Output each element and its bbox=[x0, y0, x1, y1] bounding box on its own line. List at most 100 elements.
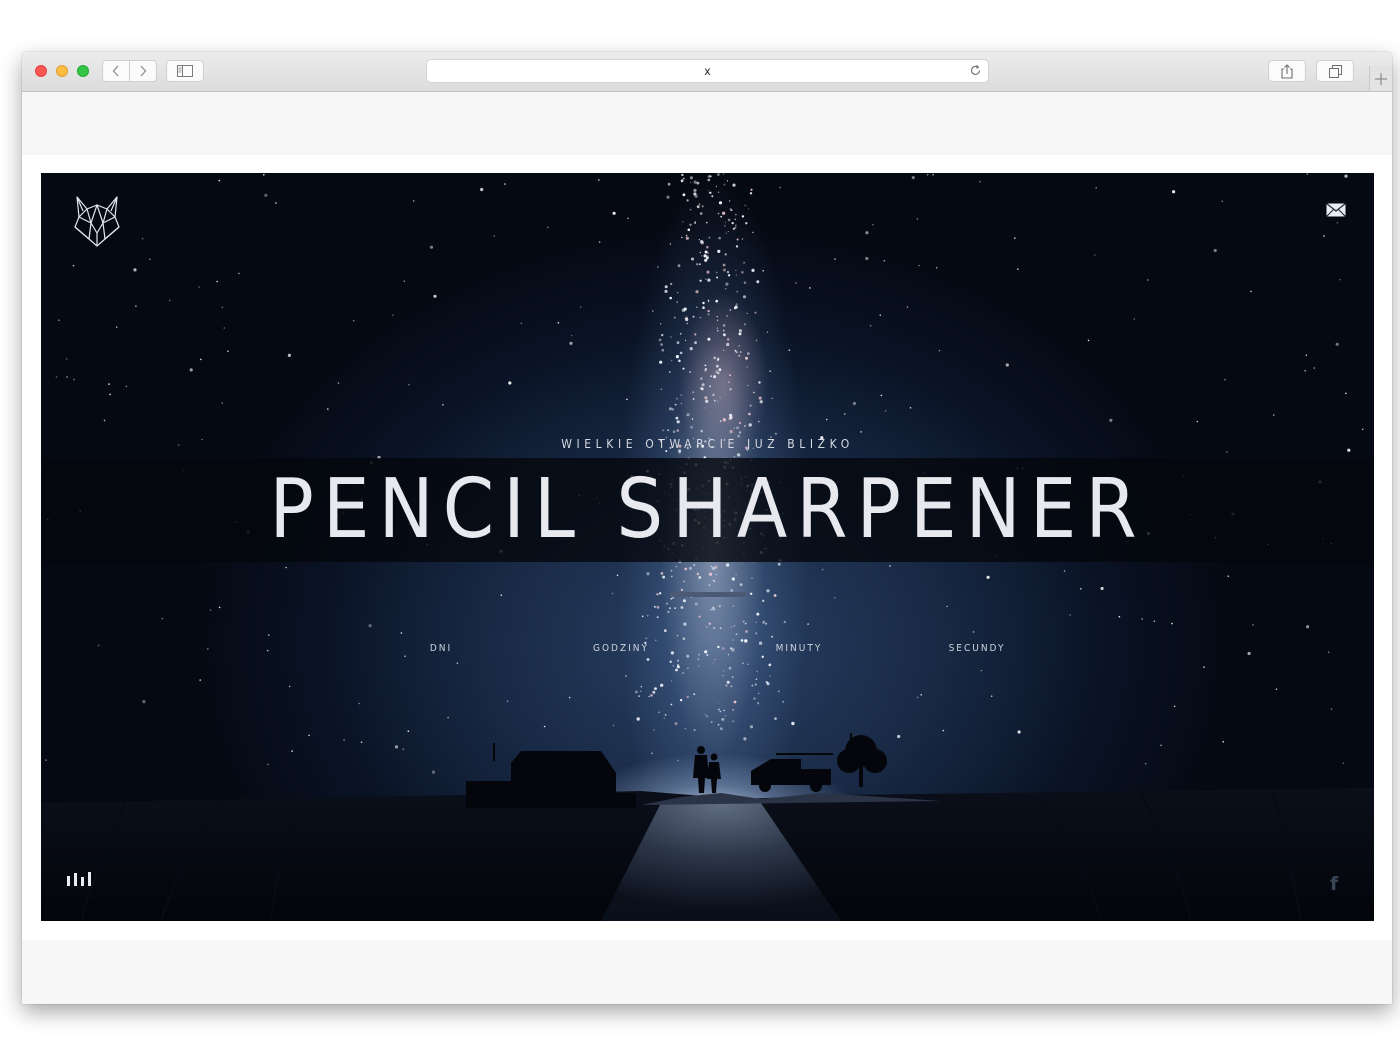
star bbox=[1344, 174, 1348, 178]
galaxy-star bbox=[722, 268, 726, 272]
galaxy-star bbox=[749, 404, 752, 407]
star bbox=[918, 264, 920, 267]
star bbox=[569, 341, 573, 345]
galaxy-star bbox=[774, 717, 777, 720]
minimize-window-button[interactable] bbox=[56, 65, 68, 77]
star bbox=[1171, 622, 1173, 625]
galaxy-star bbox=[655, 639, 657, 641]
star bbox=[287, 353, 291, 357]
galaxy-star bbox=[707, 313, 710, 316]
galaxy-star bbox=[707, 190, 709, 192]
star bbox=[639, 690, 642, 693]
star bbox=[676, 420, 680, 424]
bars-menu-icon[interactable] bbox=[67, 871, 91, 887]
star bbox=[1146, 279, 1149, 281]
back-button[interactable] bbox=[102, 60, 130, 82]
star bbox=[844, 413, 846, 415]
galaxy-star bbox=[670, 569, 673, 572]
galaxy-star bbox=[744, 622, 747, 625]
galaxy-star bbox=[677, 264, 681, 268]
galaxy-star bbox=[711, 195, 714, 198]
forward-button[interactable] bbox=[129, 60, 157, 82]
galaxy-star bbox=[640, 686, 642, 688]
galaxy-star bbox=[708, 622, 711, 625]
star bbox=[1227, 575, 1230, 577]
galaxy-star bbox=[690, 425, 693, 429]
title-divider bbox=[670, 592, 746, 597]
star bbox=[1275, 688, 1278, 690]
browser-window: x WIELKIE OTWARCIE JUŻ BLIŻKO PENCIL SHA… bbox=[22, 52, 1392, 1004]
galaxy-star bbox=[683, 580, 685, 583]
galaxy-star bbox=[777, 690, 780, 693]
star bbox=[480, 187, 484, 192]
galaxy-star bbox=[722, 324, 726, 327]
galaxy-star bbox=[682, 367, 685, 370]
galaxy-star bbox=[735, 351, 738, 354]
galaxy-star bbox=[704, 364, 707, 367]
galaxy-star bbox=[663, 717, 665, 719]
galaxy-star bbox=[747, 663, 749, 665]
galaxy-star bbox=[728, 666, 732, 670]
galaxy-star bbox=[745, 356, 748, 360]
star bbox=[1336, 222, 1339, 224]
tabs-overview-button[interactable] bbox=[1316, 60, 1354, 82]
galaxy-star bbox=[727, 274, 731, 277]
star bbox=[657, 266, 659, 268]
page-frame: WIELKIE OTWARCIE JUŻ BLIŻKO PENCIL SHARP… bbox=[22, 155, 1392, 940]
star bbox=[755, 339, 758, 342]
countdown-label-hours: GODZINY bbox=[592, 643, 650, 654]
star bbox=[916, 696, 919, 699]
reload-icon[interactable] bbox=[969, 64, 982, 77]
share-button[interactable] bbox=[1268, 60, 1306, 82]
wolf-logo-icon[interactable] bbox=[73, 195, 121, 247]
star bbox=[570, 334, 573, 337]
star bbox=[1250, 290, 1252, 293]
star bbox=[103, 419, 106, 422]
star bbox=[327, 408, 329, 410]
galaxy-star bbox=[673, 316, 676, 319]
star bbox=[1306, 625, 1310, 629]
galaxy-star bbox=[656, 605, 660, 609]
star bbox=[723, 329, 725, 332]
envelope-icon[interactable] bbox=[1326, 203, 1346, 217]
galaxy-star bbox=[663, 629, 667, 632]
galaxy-star bbox=[731, 222, 734, 225]
galaxy-star bbox=[774, 432, 778, 435]
star bbox=[198, 286, 200, 288]
galaxy-star bbox=[753, 697, 756, 700]
zoom-window-button[interactable] bbox=[77, 65, 89, 77]
galaxy-star bbox=[717, 723, 720, 726]
star bbox=[825, 418, 828, 421]
galaxy-star bbox=[660, 343, 663, 346]
star bbox=[1304, 369, 1306, 372]
galaxy-star bbox=[668, 407, 673, 411]
galaxy-star bbox=[758, 381, 761, 384]
sidebar-toggle-button[interactable] bbox=[166, 60, 204, 82]
galaxy-star bbox=[692, 398, 695, 400]
facebook-icon[interactable]: f bbox=[1330, 873, 1338, 895]
star bbox=[227, 350, 229, 352]
galaxy-star bbox=[681, 236, 683, 239]
star bbox=[1339, 278, 1341, 281]
star bbox=[1323, 235, 1325, 237]
galaxy-star bbox=[769, 675, 771, 677]
star bbox=[659, 323, 662, 325]
galaxy-star bbox=[733, 625, 735, 627]
galaxy-star bbox=[679, 351, 683, 355]
star bbox=[337, 382, 340, 384]
galaxy-star bbox=[717, 701, 719, 703]
star bbox=[264, 193, 268, 197]
galaxy-star bbox=[741, 238, 744, 240]
close-window-button[interactable] bbox=[35, 65, 47, 77]
address-bar[interactable]: x bbox=[427, 60, 988, 82]
star bbox=[865, 256, 869, 261]
galaxy-star bbox=[684, 728, 686, 730]
star bbox=[883, 260, 886, 262]
galaxy-star bbox=[718, 191, 720, 193]
galaxy-star bbox=[715, 299, 719, 303]
galaxy-star bbox=[754, 311, 757, 314]
new-tab-button[interactable] bbox=[1369, 66, 1392, 91]
star bbox=[55, 376, 58, 378]
galaxy-star bbox=[705, 399, 709, 403]
galaxy-star bbox=[672, 430, 676, 434]
